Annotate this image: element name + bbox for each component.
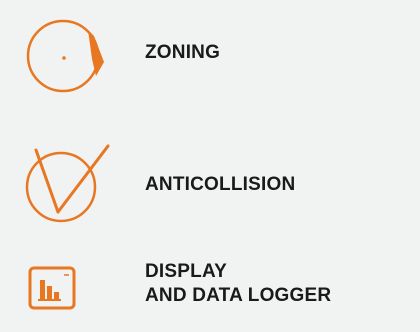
display-label-line-1: DISPLAY — [145, 261, 228, 282]
zoning-radar-icon — [14, 14, 114, 99]
feature-anticollision: ANTICOLLISION — [0, 130, 420, 230]
feature-display-data-logger: DISPLAY AND DATA LOGGER — [0, 250, 420, 332]
anticollision-icon — [14, 138, 124, 235]
feature-zoning: ZONING — [0, 0, 420, 110]
display-data-logger-label: DISPLAY AND DATA LOGGER — [145, 260, 331, 308]
display-label-line-2: AND DATA LOGGER — [145, 285, 332, 306]
anticollision-label: ANTICOLLISION — [145, 174, 296, 195]
display-data-logger-icon — [14, 262, 94, 323]
zoning-label: ZONING — [145, 42, 221, 63]
